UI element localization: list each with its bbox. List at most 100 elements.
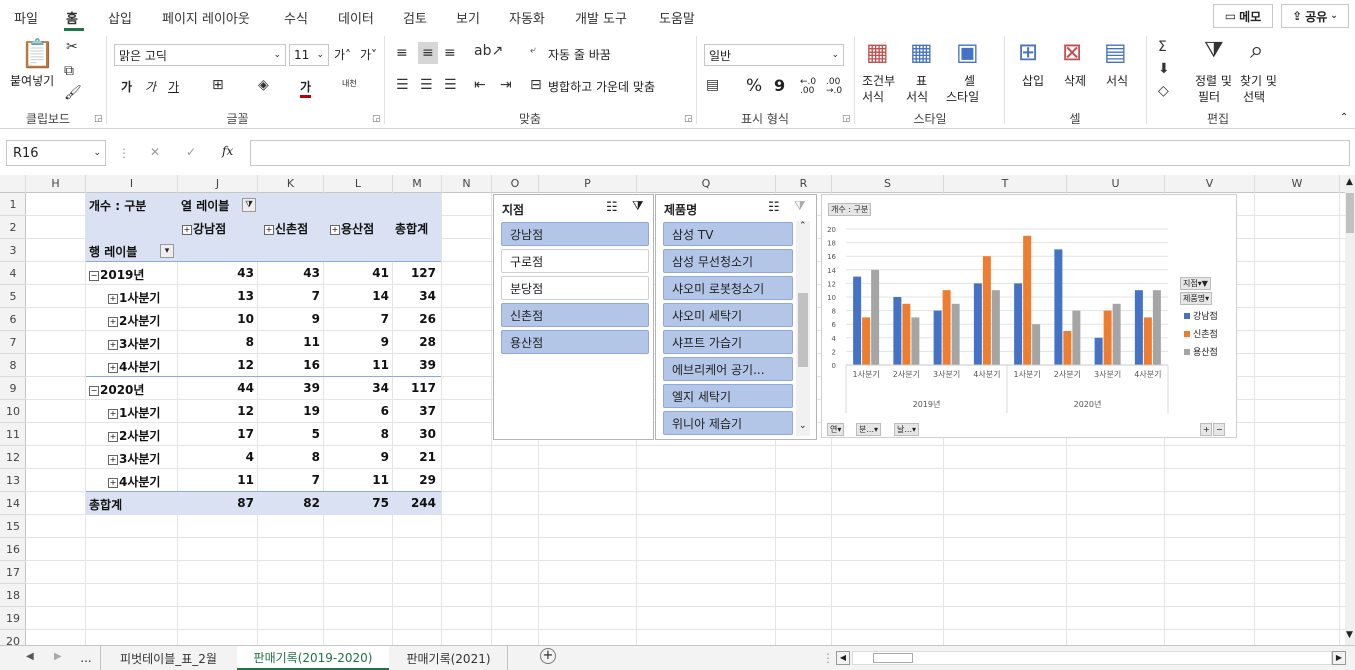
row-header[interactable]: 4 — [0, 262, 26, 285]
slicer-item[interactable]: 분당점 — [501, 276, 649, 300]
tab-automate[interactable]: 자동화 — [509, 8, 545, 27]
add-sheet-icon[interactable]: + — [540, 648, 556, 664]
dialog-launcher-icon[interactable]: ◲ — [684, 114, 693, 124]
column-header[interactable]: U — [1067, 175, 1165, 193]
sort-filter-button[interactable]: 정렬 및 — [1195, 72, 1232, 89]
scroll-up-icon[interactable]: ⌃ — [799, 221, 807, 231]
tab-help[interactable]: 도움말 — [659, 8, 695, 27]
paste-icon[interactable]: 📋 — [20, 40, 55, 68]
row-header[interactable]: 1 — [0, 193, 26, 216]
slicer-item[interactable]: 샤오미 세탁기 — [663, 303, 793, 327]
cell-styles-button[interactable]: 셀 — [964, 72, 975, 89]
expand-icon[interactable]: + — [108, 339, 118, 350]
scroll-thumb[interactable] — [1346, 193, 1354, 233]
column-header[interactable]: S — [832, 175, 944, 193]
scroll-right-icon[interactable]: ▶ — [1332, 651, 1346, 665]
slicer-product[interactable]: 제품명 ☷ ⧩ 삼성 TV 삼성 무선청소기 샤오미 로봇청소기 샤오미 세탁기 샤프트… — [655, 194, 817, 440]
column-header[interactable]: I — [86, 175, 178, 193]
row-header[interactable]: 20 — [0, 630, 26, 646]
delete-cells-icon[interactable]: ⊠ — [1062, 40, 1082, 64]
row-header[interactable]: 15 — [0, 515, 26, 538]
row-header[interactable]: 18 — [0, 584, 26, 607]
enter-icon[interactable]: ✓ — [186, 145, 196, 159]
dialog-launcher-icon[interactable]: ◲ — [372, 114, 381, 124]
increase-decimal-button[interactable]: ←.0 .00 — [800, 78, 820, 96]
tab-home[interactable]: 홈 — [66, 8, 78, 27]
formula-input[interactable] — [250, 140, 1350, 166]
row-header[interactable]: 17 — [0, 561, 26, 584]
row-header[interactable]: 10 — [0, 400, 26, 423]
share-button[interactable]: ⇪ 공유 ⌄ — [1281, 4, 1349, 28]
collapse-icon[interactable]: − — [89, 270, 99, 281]
format-cells-button[interactable]: 서식 — [1106, 72, 1128, 89]
conditional-format-button-line2[interactable]: 서식 — [862, 88, 884, 105]
row-header[interactable]: 12 — [0, 446, 26, 469]
slicer-item[interactable]: 용산점 — [501, 330, 649, 354]
align-center-icon[interactable]: ☰ — [420, 78, 433, 92]
expand-icon[interactable]: + — [108, 454, 118, 465]
font-color-button[interactable]: 가 — [300, 78, 312, 98]
format-cells-icon[interactable]: ▤ — [1104, 40, 1127, 64]
select-all-corner[interactable] — [0, 175, 26, 193]
column-header[interactable]: J — [178, 175, 258, 193]
insert-cells-icon[interactable]: ⊞ — [1018, 40, 1038, 64]
format-painter-icon[interactable]: 🖌 — [64, 86, 82, 100]
row-header[interactable]: 13 — [0, 469, 26, 492]
column-header[interactable]: R — [776, 175, 832, 193]
legend-field-product[interactable]: 제품명 ▾ — [1180, 292, 1213, 305]
insert-cells-button[interactable]: 삽입 — [1022, 72, 1044, 89]
format-as-table-icon[interactable]: ▦ — [910, 40, 933, 64]
percent-button[interactable]: % — [746, 76, 762, 96]
font-name-select[interactable]: 맑은 고딕 ⌄ — [114, 44, 286, 66]
expand-icon[interactable]: + — [330, 224, 340, 235]
row-header[interactable]: 6 — [0, 308, 26, 331]
expand-field-button[interactable]: + — [1200, 423, 1212, 436]
axis-field-quarter[interactable]: 분... ▾ — [856, 423, 882, 436]
decrease-decimal-button[interactable]: .00 →.0 — [826, 78, 846, 96]
align-middle-icon[interactable]: ≡ — [418, 42, 438, 64]
more-sheets-button[interactable]: ... — [74, 646, 98, 670]
fill-icon[interactable]: ⬇ — [1158, 62, 1170, 76]
tab-page-layout[interactable]: 페이지 레이아웃 — [162, 8, 250, 27]
column-header[interactable]: P — [539, 175, 637, 193]
sort-filter-button-line2[interactable]: 필터 — [1198, 88, 1220, 105]
tab-formulas[interactable]: 수식 — [284, 8, 308, 27]
border-icon[interactable]: ⊞ — [212, 78, 224, 92]
collapse-ribbon-icon[interactable]: ⌃ — [1340, 112, 1348, 123]
row-header[interactable]: 3 — [0, 239, 26, 262]
autosum-icon[interactable]: Σ — [1158, 40, 1167, 54]
insert-function-icon[interactable]: fx — [222, 144, 233, 158]
tab-data[interactable]: 데이터 — [338, 8, 374, 27]
underline-button[interactable]: 가 — [168, 78, 179, 95]
multi-select-icon[interactable]: ☷ — [768, 200, 780, 215]
bold-button[interactable]: 가 — [121, 78, 132, 95]
scroll-thumb[interactable] — [873, 653, 913, 663]
scroll-left-icon[interactable]: ◀ — [836, 651, 850, 665]
column-header[interactable]: L — [324, 175, 393, 193]
row-header[interactable]: 8 — [0, 354, 26, 377]
merge-center-button[interactable]: 병합하고 가운데 맞춤 — [548, 78, 655, 95]
collapse-field-button[interactable]: − — [1213, 423, 1225, 436]
tab-view[interactable]: 보기 — [456, 8, 480, 27]
collapse-icon[interactable]: − — [89, 385, 99, 396]
wrap-text-button[interactable]: 자동 줄 바꿈 — [548, 46, 611, 63]
expand-icon[interactable]: + — [108, 431, 118, 442]
cancel-icon[interactable]: ✕ — [150, 145, 160, 159]
horizontal-scrollbar[interactable] — [852, 651, 1332, 665]
cut-icon[interactable]: ✂ — [66, 40, 78, 54]
slicer-item[interactable]: 샤프트 가습기 — [663, 330, 793, 354]
find-select-button[interactable]: 찾기 및 — [1240, 72, 1277, 89]
clear-icon[interactable]: ◇ — [1158, 84, 1169, 98]
axis-field-year[interactable]: 연 ▾ — [827, 423, 845, 436]
sheet-tab[interactable]: 판매기록(2021) — [390, 646, 508, 670]
tab-file[interactable]: 파일 — [14, 8, 38, 27]
row-header[interactable]: 7 — [0, 331, 26, 354]
column-header[interactable]: W — [1255, 175, 1340, 193]
comma-button[interactable]: 9 — [774, 76, 785, 95]
pivot-chart[interactable]: 개수 : 구분 0 2 4 6 8 10 12 14 16 18 20 1사분기 2사분기 3사분기 4사분… — [821, 194, 1237, 438]
scroll-down-icon[interactable]: ⌄ — [799, 421, 807, 431]
tab-insert[interactable]: 삽입 — [108, 8, 132, 27]
fill-color-icon[interactable]: ◈ — [258, 78, 269, 92]
scroll-up-icon[interactable]: ▲ — [1346, 177, 1353, 187]
expand-icon[interactable]: + — [108, 477, 118, 488]
